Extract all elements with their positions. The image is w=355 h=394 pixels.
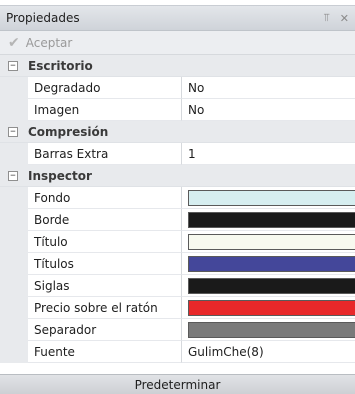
- collapse-icon[interactable]: −: [8, 60, 18, 71]
- collapse-icon[interactable]: −: [8, 170, 18, 181]
- row-indent: [0, 99, 28, 121]
- property-value[interactable]: No: [182, 99, 355, 121]
- row-indent: [0, 275, 28, 297]
- color-swatch[interactable]: [188, 321, 355, 338]
- category-label: Inspector: [28, 168, 92, 183]
- reset-defaults-label: Predeterminar: [134, 377, 221, 392]
- property-name: Fuente: [28, 341, 182, 363]
- property-row[interactable]: Degradado No: [0, 77, 355, 99]
- property-row[interactable]: Siglas: [0, 275, 355, 297]
- property-row[interactable]: Separador: [0, 319, 355, 341]
- property-row[interactable]: Títulos: [0, 253, 355, 275]
- panel-title: Propiedades: [6, 11, 80, 25]
- property-name: Fondo: [28, 187, 182, 209]
- color-swatch[interactable]: [188, 277, 355, 294]
- row-indent: [0, 209, 28, 231]
- collapse-icon[interactable]: −: [8, 126, 18, 137]
- row-indent: [0, 231, 28, 253]
- color-swatch[interactable]: [188, 299, 355, 316]
- property-row[interactable]: Fuente GulimChe(8): [0, 341, 355, 363]
- row-indent: [0, 143, 28, 165]
- row-indent: [0, 319, 28, 341]
- property-name: Siglas: [28, 275, 182, 297]
- property-name: Precio sobre el ratón: [28, 297, 182, 319]
- reset-defaults-button[interactable]: Predeterminar: [0, 374, 355, 394]
- category-label: Compresión: [28, 124, 109, 139]
- property-value[interactable]: 1: [182, 143, 355, 165]
- property-name: Títulos: [28, 253, 182, 275]
- property-value[interactable]: No: [182, 77, 355, 99]
- property-name: Barras Extra: [28, 143, 182, 165]
- property-row[interactable]: Título: [0, 231, 355, 253]
- property-name: Degradado: [28, 77, 182, 99]
- property-name: Imagen: [28, 99, 182, 121]
- close-icon[interactable]: ✕: [340, 12, 349, 25]
- color-value-field[interactable]: [182, 275, 355, 297]
- panel-titlebar: Propiedades ⫪ ✕: [0, 5, 355, 31]
- property-row[interactable]: Imagen No: [0, 99, 355, 121]
- property-name: Título: [28, 231, 182, 253]
- row-indent: [0, 187, 28, 209]
- color-value-field[interactable]: [182, 319, 355, 341]
- color-swatch[interactable]: [188, 211, 355, 228]
- color-value-field[interactable]: [182, 297, 355, 319]
- color-value-field[interactable]: [182, 253, 355, 275]
- row-indent: [0, 341, 28, 363]
- color-value-field[interactable]: [182, 209, 355, 231]
- row-indent: [0, 77, 28, 99]
- property-row[interactable]: Barras Extra 1: [0, 143, 355, 165]
- accept-button[interactable]: ✔ Aceptar: [8, 35, 72, 51]
- pin-icon[interactable]: ⫪: [324, 11, 330, 25]
- category-inspector[interactable]: − Inspector: [0, 165, 355, 187]
- color-swatch[interactable]: [188, 255, 355, 272]
- toolbar: ✔ Aceptar: [0, 31, 355, 55]
- checkmark-icon: ✔: [8, 34, 20, 51]
- row-indent: [0, 253, 28, 275]
- color-swatch[interactable]: [188, 189, 355, 206]
- property-name: Borde: [28, 209, 182, 231]
- category-label: Escritorio: [28, 58, 93, 73]
- accept-button-label: Aceptar: [25, 35, 73, 50]
- color-value-field[interactable]: [182, 231, 355, 253]
- property-row[interactable]: Fondo: [0, 187, 355, 209]
- property-row[interactable]: Precio sobre el ratón: [0, 297, 355, 319]
- property-grid: − Escritorio Degradado No Imagen No − Compresió…: [0, 55, 355, 363]
- color-swatch[interactable]: [188, 233, 355, 250]
- properties-panel: Propiedades ⫪ ✕ ✔ Aceptar − Escritorio Deg…: [0, 0, 355, 394]
- color-value-field[interactable]: [182, 187, 355, 209]
- property-value[interactable]: GulimChe(8): [182, 341, 355, 363]
- row-indent: [0, 297, 28, 319]
- property-name: Separador: [28, 319, 182, 341]
- category-escritorio[interactable]: − Escritorio: [0, 55, 355, 77]
- category-compresión[interactable]: − Compresión: [0, 121, 355, 143]
- property-row[interactable]: Borde: [0, 209, 355, 231]
